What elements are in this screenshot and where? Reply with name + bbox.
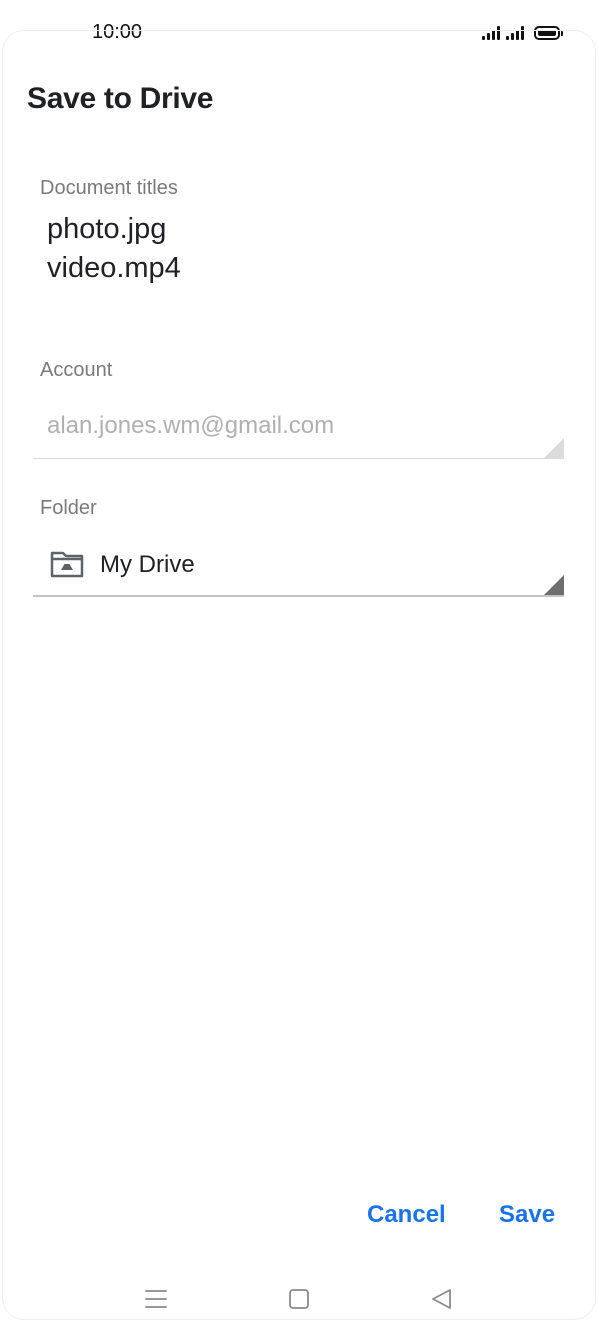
menu-icon[interactable]: [145, 1286, 167, 1312]
back-icon[interactable]: [430, 1286, 452, 1312]
cancel-button[interactable]: Cancel: [367, 1201, 446, 1229]
status-time: 10:00: [92, 21, 143, 43]
document-titles-list: photo.jpg video.mp4: [47, 210, 181, 288]
dialog-title: Save to Drive: [27, 82, 214, 115]
battery-icon: [534, 26, 563, 40]
folder-label: Folder: [40, 497, 97, 519]
document-title-item: photo.jpg: [47, 213, 167, 245]
navigation-bar: [0, 1270, 598, 1335]
status-bar: 10:00: [0, 0, 598, 66]
dropdown-arrow-icon: [544, 575, 564, 595]
home-icon[interactable]: [288, 1286, 310, 1312]
drive-folder-icon: [50, 551, 84, 578]
dropdown-arrow-icon: [544, 438, 564, 458]
signal-icon: [482, 24, 500, 40]
folder-dropdown[interactable]: My Drive: [33, 538, 564, 597]
folder-value: My Drive: [100, 551, 195, 578]
account-dropdown[interactable]: alan.jones.wm@gmail.com: [33, 400, 564, 459]
save-button[interactable]: Save: [499, 1201, 555, 1229]
status-icons: [482, 24, 563, 40]
account-value: alan.jones.wm@gmail.com: [47, 412, 335, 439]
account-label: Account: [40, 359, 113, 381]
document-titles-label: Document titles: [40, 177, 178, 199]
signal-icon-2: [506, 24, 524, 40]
document-title-item: video.mp4: [47, 252, 181, 284]
